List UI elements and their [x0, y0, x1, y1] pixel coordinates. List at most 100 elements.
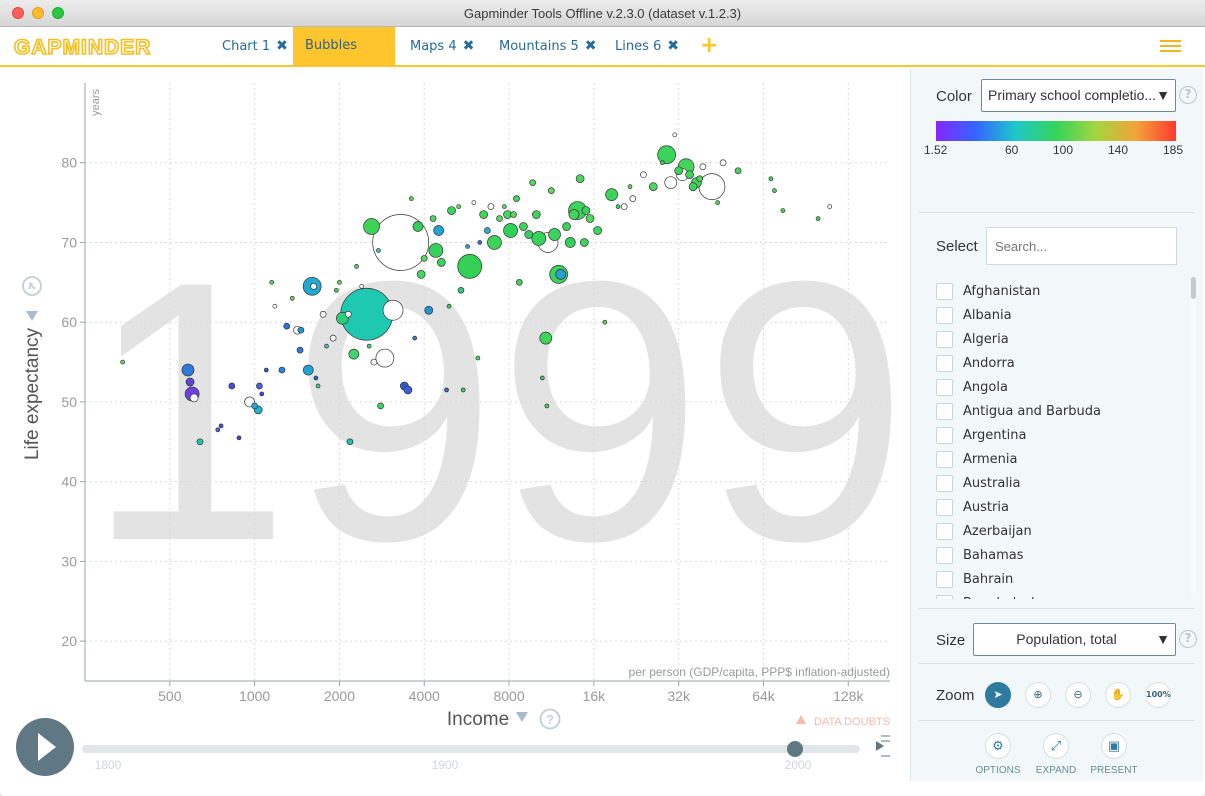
bubble[interactable]: [460, 387, 466, 393]
bubble[interactable]: [376, 248, 381, 253]
country-checkbox[interactable]: [936, 474, 953, 492]
color-help-icon[interactable]: ?: [1179, 86, 1197, 104]
bubble[interactable]: [515, 278, 523, 286]
country-search-input[interactable]: [986, 227, 1177, 265]
bubble[interactable]: [433, 225, 444, 236]
country-list-item[interactable]: Armenia: [936, 447, 1186, 471]
bubble[interactable]: [344, 310, 352, 318]
country-checkbox[interactable]: [936, 522, 953, 540]
bubble[interactable]: [772, 188, 777, 193]
country-list-item[interactable]: Andorra: [936, 351, 1186, 375]
bubble[interactable]: [620, 203, 628, 210]
x-axis-title[interactable]: Income: [447, 709, 509, 730]
data-doubts-link[interactable]: DATA DOUBTS: [814, 716, 890, 728]
play-speed-icon[interactable]: [876, 735, 890, 757]
bubble[interactable]: [215, 427, 221, 433]
bubble[interactable]: [465, 244, 470, 249]
bubble[interactable]: [548, 228, 561, 241]
bubble[interactable]: [315, 383, 321, 389]
bubble[interactable]: [568, 209, 580, 220]
bubble[interactable]: [251, 402, 258, 410]
bubble[interactable]: [424, 305, 434, 315]
bubble[interactable]: [457, 254, 483, 279]
bubble[interactable]: [615, 204, 621, 209]
bubble[interactable]: [185, 377, 195, 387]
bubble[interactable]: [605, 188, 618, 201]
bubble[interactable]: [377, 402, 384, 410]
country-list-item[interactable]: Antigua and Barbuda: [936, 399, 1186, 423]
close-tab-icon[interactable]: ✖: [276, 38, 288, 54]
bubble[interactable]: [319, 310, 327, 318]
close-tab-icon[interactable]: ✖: [585, 38, 597, 54]
bubble[interactable]: [715, 200, 720, 205]
bubble[interactable]: [337, 279, 342, 285]
bubble[interactable]: [519, 222, 528, 231]
bubble[interactable]: [429, 215, 437, 222]
close-tab-icon[interactable]: ✖: [667, 38, 679, 54]
tab-mountains-5[interactable]: Mountains 5 ✖: [487, 27, 608, 65]
bubble[interactable]: [539, 331, 553, 345]
country-checkbox[interactable]: [936, 354, 953, 372]
bubble[interactable]: [196, 438, 204, 446]
bubble[interactable]: [657, 145, 676, 165]
country-list-scrollbar[interactable]: [1191, 277, 1196, 595]
size-help-icon[interactable]: ?: [1179, 630, 1197, 648]
bubble[interactable]: [627, 184, 633, 190]
bubble[interactable]: [629, 195, 637, 202]
country-checkbox[interactable]: [936, 426, 953, 444]
y-axis-title[interactable]: Life expectancy: [22, 327, 43, 460]
bubble[interactable]: [412, 221, 424, 232]
bubble[interactable]: [457, 286, 465, 294]
bubble[interactable]: [283, 322, 291, 330]
y-axis-dropdown-icon[interactable]: [26, 311, 38, 321]
close-tab-icon[interactable]: ✖: [463, 38, 475, 54]
bubble[interactable]: [313, 375, 319, 381]
country-list-item[interactable]: Bahrain: [936, 567, 1186, 591]
zoom-in-button[interactable]: ⊕: [1025, 682, 1051, 708]
bubble[interactable]: [359, 283, 365, 289]
bubble[interactable]: [348, 348, 360, 360]
country-list-item[interactable]: Austria: [936, 495, 1186, 519]
bubble[interactable]: [532, 210, 541, 219]
bubble[interactable]: [539, 375, 545, 381]
bubble[interactable]: [456, 204, 462, 209]
bubble[interactable]: [815, 216, 821, 221]
country-list-item[interactable]: Argentina: [936, 423, 1186, 447]
country-checkbox[interactable]: [936, 546, 953, 564]
country-checkbox[interactable]: [936, 330, 953, 348]
bubble[interactable]: [780, 208, 786, 213]
bubble[interactable]: [120, 359, 125, 365]
bubble[interactable]: [674, 166, 684, 176]
bubble[interactable]: [484, 227, 491, 234]
bubble[interactable]: [579, 238, 589, 247]
bubble[interactable]: [555, 269, 567, 280]
bubble[interactable]: [524, 230, 534, 239]
bubble[interactable]: [370, 358, 378, 366]
bubble[interactable]: [420, 255, 428, 262]
bubble[interactable]: [659, 160, 665, 166]
country-checkbox[interactable]: [936, 282, 953, 300]
bubble[interactable]: [259, 391, 265, 397]
country-checkbox[interactable]: [936, 450, 953, 468]
bubble[interactable]: [408, 196, 414, 201]
bubble[interactable]: [181, 363, 195, 377]
country-list-item[interactable]: Algeria: [936, 327, 1186, 351]
bubble[interactable]: [428, 243, 444, 258]
bubble[interactable]: [296, 346, 304, 354]
country-list-item[interactable]: Afghanistan: [936, 279, 1186, 303]
bubble[interactable]: [503, 223, 518, 238]
bubble[interactable]: [664, 176, 678, 190]
color-legend-gradient[interactable]: [936, 121, 1176, 141]
bubble[interactable]: [547, 187, 555, 194]
country-checkbox[interactable]: [936, 498, 953, 516]
cursor-mode-button[interactable]: ➤: [985, 682, 1011, 708]
bubble[interactable]: [310, 282, 317, 290]
bubble[interactable]: [575, 174, 585, 184]
bubble[interactable]: [602, 319, 608, 325]
y-axis-zoom-icon[interactable]: [22, 276, 42, 296]
bubble[interactable]: [562, 222, 571, 231]
bubble[interactable]: [289, 295, 295, 301]
bubble[interactable]: [416, 270, 426, 279]
bubble[interactable]: [672, 132, 678, 138]
bubble[interactable]: [487, 203, 495, 210]
